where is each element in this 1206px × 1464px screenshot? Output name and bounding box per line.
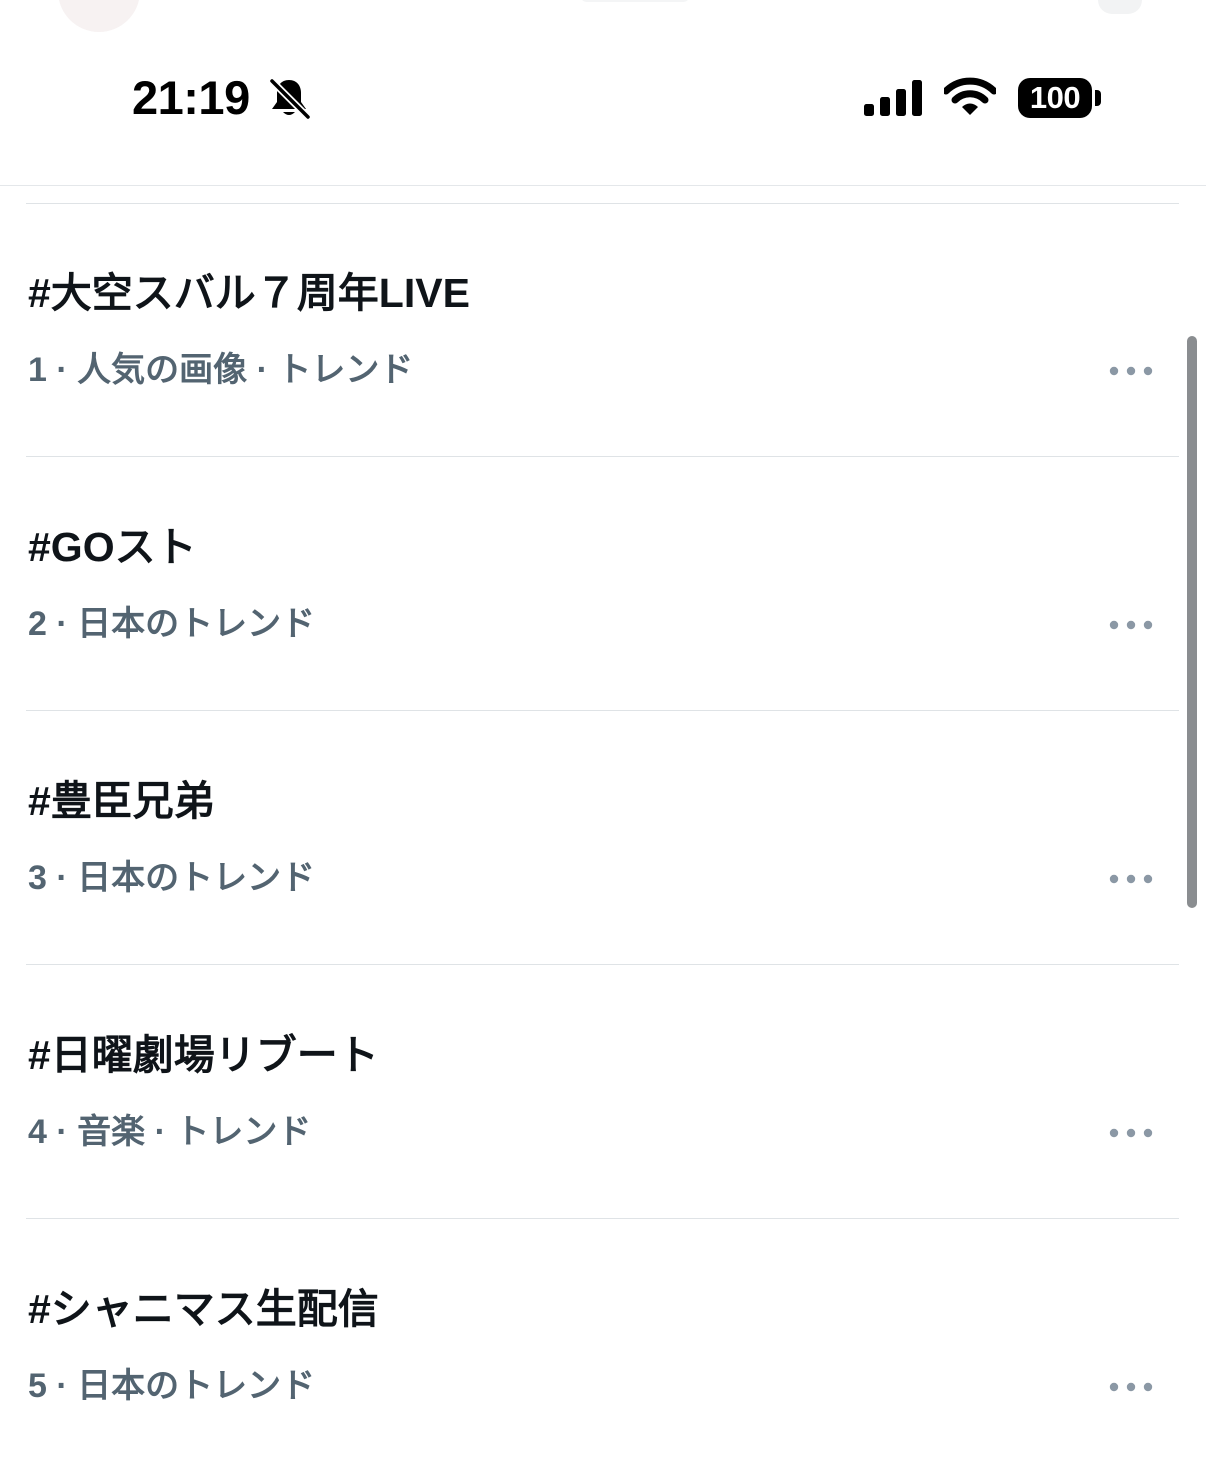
trend-item[interactable]: #シャニマス生配信 5 · 日本のトレンド [0, 1219, 1206, 1464]
battery-icon: 100 [1018, 78, 1092, 118]
more-icon [1109, 366, 1153, 376]
trend-meta: 2 · 日本のトレンド [28, 605, 316, 643]
battery-tip [1095, 90, 1101, 106]
trend-meta: 1 · 人気の画像 · トレンド [28, 351, 414, 389]
status-time: 21:19 [132, 71, 250, 124]
trend-item[interactable]: #日曜劇場リブート 4 · 音楽 · トレンド [0, 965, 1206, 1219]
more-options-button[interactable] [1104, 861, 1158, 897]
trend-title: #日曜劇場リブート [28, 1032, 379, 1078]
trend-title: #シャニマス生配信 [28, 1286, 379, 1332]
battery-level: 100 [1029, 80, 1081, 115]
trend-title: #豊臣兄弟 [28, 778, 215, 824]
more-icon [1109, 1128, 1153, 1138]
trend-item[interactable]: #大空スバル７周年LIVE 1 · 人気の画像 · トレンド [0, 203, 1206, 457]
trend-meta: 4 · 音楽 · トレンド [28, 1113, 312, 1151]
trend-meta: 3 · 日本のトレンド [28, 859, 316, 897]
more-options-button[interactable] [1104, 1115, 1158, 1151]
trend-title: #GOスト [28, 524, 197, 570]
wifi-icon [944, 77, 996, 115]
more-options-button[interactable] [1104, 607, 1158, 643]
trend-item[interactable]: #GOスト 2 · 日本のトレンド [0, 457, 1206, 711]
more-options-button[interactable] [1104, 1369, 1158, 1405]
more-icon [1109, 620, 1153, 630]
trend-meta: 5 · 日本のトレンド [28, 1367, 316, 1405]
more-icon [1109, 874, 1153, 884]
more-icon [1109, 1382, 1153, 1392]
status-bar: 21:19 100 [0, 0, 1206, 186]
more-options-button[interactable] [1104, 353, 1158, 389]
trend-list: #大空スバル７周年LIVE 1 · 人気の画像 · トレンド #GOスト 2 ·… [0, 203, 1206, 1464]
cellular-signal-icon [864, 80, 922, 116]
bell-slash-icon [268, 77, 312, 120]
trends-screen: 21:19 100 #大空スバル７周年LIVE 1 · 人気の画像 · トレンド… [0, 0, 1206, 1464]
trend-item[interactable]: #豊臣兄弟 3 · 日本のトレンド [0, 711, 1206, 965]
trend-title: #大空スバル７周年LIVE [28, 270, 470, 316]
header-divider [0, 185, 1206, 186]
scrollbar-thumb[interactable] [1187, 336, 1197, 908]
